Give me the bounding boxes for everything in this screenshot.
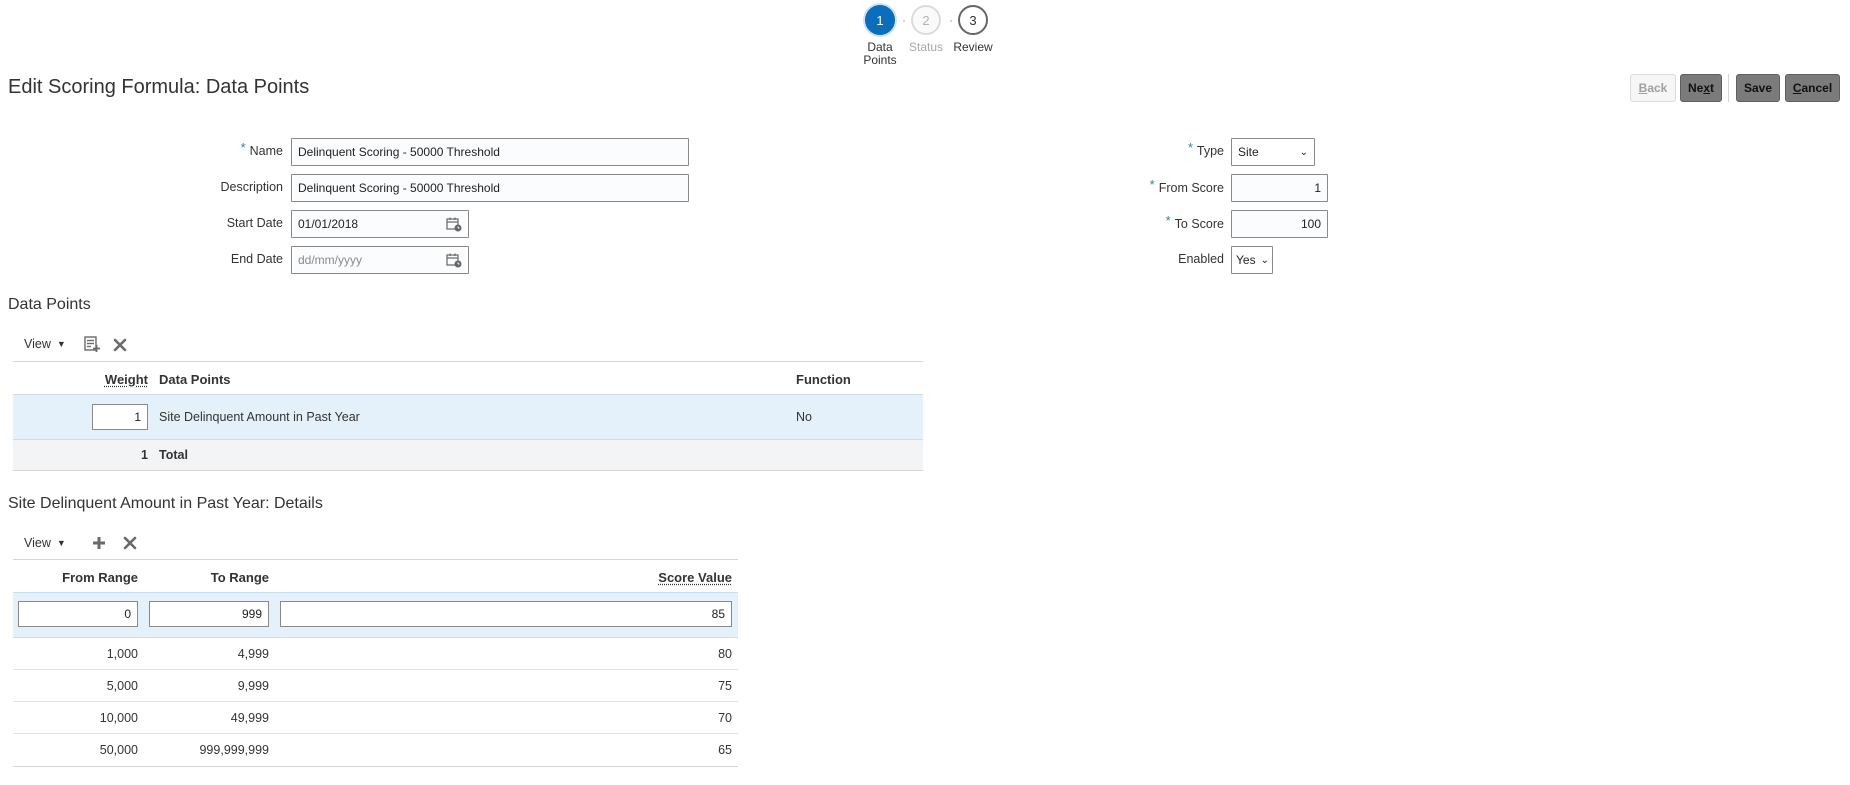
function-column-header[interactable]: Function (796, 372, 851, 387)
from-score-label: * From Score (1149, 177, 1224, 195)
total-row (13, 440, 923, 471)
end-date-input[interactable]: dd/mm/yyyy (291, 246, 469, 274)
page-title: Edit Scoring Formula: Data Points (8, 76, 310, 98)
view-menu[interactable]: View ▼ (24, 536, 66, 550)
delete-icon[interactable] (113, 338, 127, 352)
enabled-select[interactable]: Yes ⌄ (1231, 246, 1273, 274)
to-range-cell: 9,999 (237, 679, 269, 693)
details-section-title: Site Delinquent Amount in Past Year: Det… (8, 495, 323, 512)
name-input[interactable]: Delinquent Scoring - 50000 Threshold (291, 138, 689, 166)
from-score-input[interactable]: 1 (1231, 174, 1328, 202)
save-button[interactable]: Save (1736, 74, 1780, 102)
name-label: * Name (240, 140, 283, 158)
required-indicator: * (1165, 213, 1171, 228)
table-row[interactable] (13, 394, 923, 440)
weight-input[interactable]: 1 (92, 404, 148, 430)
required-indicator: * (1149, 177, 1155, 192)
to-score-input[interactable]: 100 (1231, 210, 1328, 238)
train-stop-number: 3 (958, 5, 988, 35)
end-date-label: End Date (230, 252, 283, 266)
to-range-cell: 999,999,999 (199, 743, 269, 757)
from-range-cell: 1,000 (106, 647, 138, 661)
next-button[interactable]: Ne x t (1680, 74, 1722, 102)
to-range-column-header[interactable]: To Range (211, 570, 269, 585)
to-range-cell: 49,999 (230, 711, 269, 725)
score-value-input[interactable]: 85 (280, 601, 732, 627)
data-points-section-title: Data Points (8, 296, 91, 313)
score-value-cell: 70 (718, 711, 732, 725)
from-range-input[interactable]: 0 (18, 601, 138, 627)
train-stop-review[interactable]: 3 Review (933, 5, 1013, 54)
delete-icon[interactable] (123, 536, 137, 550)
from-range-cell: 5,000 (106, 679, 138, 693)
table-border (13, 766, 738, 767)
score-value-column-header[interactable]: Score Value (658, 570, 732, 585)
from-range-column-header[interactable]: From Range (62, 570, 138, 585)
score-value-cell: 80 (718, 647, 732, 661)
type-label: * Type (1187, 140, 1224, 158)
add-icon[interactable] (92, 536, 106, 550)
caret-down-icon: ▼ (56, 339, 66, 349)
description-input[interactable]: Delinquent Scoring - 50000 Threshold (291, 174, 689, 202)
required-indicator: * (240, 140, 246, 155)
weight-column-header[interactable]: Weight (105, 372, 148, 387)
chevron-down-icon: ⌄ (1260, 254, 1269, 266)
type-select[interactable]: Site ⌄ (1231, 138, 1315, 166)
row-divider (13, 669, 738, 670)
to-range-input[interactable]: 999 (149, 601, 269, 627)
table-border (13, 559, 738, 560)
calendar-icon[interactable] (446, 253, 462, 268)
view-menu[interactable]: View ▼ (24, 337, 66, 351)
toolbar-separator (1728, 74, 1729, 102)
score-value-cell: 65 (718, 743, 732, 757)
data-point-cell: Site Delinquent Amount in Past Year (159, 410, 360, 424)
from-range-cell: 10,000 (99, 711, 138, 725)
function-cell: No (796, 410, 812, 424)
enabled-label: Enabled (1178, 252, 1224, 266)
data-points-column-header[interactable]: Data Points (159, 372, 231, 387)
cancel-button[interactable]: Cancel (1785, 74, 1840, 102)
from-range-cell: 50,000 (99, 743, 138, 757)
description-label: Description (220, 180, 283, 194)
score-value-cell: 75 (718, 679, 732, 693)
to-score-label: * To Score (1165, 213, 1224, 231)
caret-down-icon: ▼ (56, 538, 66, 548)
start-date-label: Start Date (226, 216, 283, 230)
add-row-icon[interactable] (84, 336, 100, 353)
to-range-cell: 4,999 (237, 647, 269, 661)
calendar-icon[interactable] (446, 217, 462, 232)
start-date-input[interactable]: 01/01/2018 (291, 210, 469, 238)
required-indicator: * (1187, 140, 1193, 155)
total-label: Total (159, 448, 188, 462)
back-button[interactable]: Back (1630, 74, 1676, 102)
chevron-down-icon: ⌄ (1299, 146, 1308, 158)
row-divider (13, 733, 738, 734)
table-border (13, 361, 923, 362)
total-value: 1 (141, 448, 148, 462)
row-divider (13, 701, 738, 702)
train-stop-label: Review (953, 40, 993, 54)
